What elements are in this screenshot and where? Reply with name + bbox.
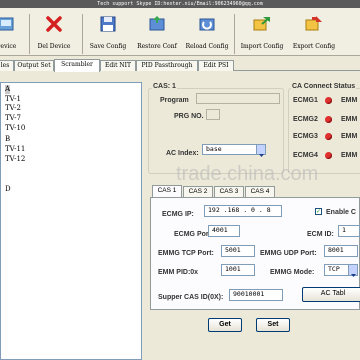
emm-pid-label: EMM PID:0x (158, 269, 199, 276)
prg-no-field[interactable] (206, 109, 220, 120)
tab-cas-2[interactable]: CAS 2 (183, 186, 213, 197)
tab-pid-passthrough[interactable]: PID Passthrough (136, 60, 198, 71)
reload-icon (199, 18, 215, 31)
toolbar-separator (234, 14, 235, 54)
ecmg1-status-icon (325, 97, 332, 104)
tree-item[interactable]: TV-10 (5, 124, 25, 133)
tab-les[interactable]: les (0, 60, 14, 71)
restore-config-button[interactable]: Restore Conf (134, 14, 180, 54)
get-button[interactable]: Get (208, 318, 242, 332)
add-device-button[interactable]: Device (0, 14, 26, 54)
tree-item[interactable]: A (5, 85, 11, 94)
import-icon (253, 17, 270, 31)
ecmg4-status-icon (325, 152, 332, 159)
emmg-udp-port-label: EMMG UDP Port: (260, 250, 317, 257)
program-field[interactable] (196, 93, 280, 104)
import-config-label: Import Config (240, 43, 284, 50)
ecmg-port-field[interactable]: 4001 (208, 225, 240, 237)
tab-edit-psi[interactable]: Edit PSI (198, 60, 234, 71)
restore-icon (149, 16, 165, 31)
save-config-button[interactable]: Save Config (86, 14, 130, 54)
toolbar-separator (29, 14, 30, 54)
chevron-down-icon[interactable] (348, 265, 357, 277)
ecm-id-field[interactable]: 1 (338, 225, 360, 237)
emmg1-label: EMM (341, 97, 358, 104)
enable-checkbox[interactable]: ✓ (315, 208, 322, 215)
prg-no-label: PRG NO. (174, 113, 204, 120)
enable-label: Enable C (326, 209, 356, 216)
tab-scrambler[interactable]: Scrambler (54, 59, 100, 72)
program-label: Program (160, 97, 189, 104)
tab-output-set[interactable]: Output Set (14, 60, 54, 71)
super-cas-id-label: Supper CAS ID(0X): (158, 294, 224, 301)
tree-item[interactable]: TV-2 (5, 104, 21, 113)
save-config-label: Save Config (89, 43, 127, 50)
toolbar: Device Del Device Save Config Restore Co… (0, 8, 360, 56)
emmg-tcp-port-label: EMMG TCP Port: (158, 250, 214, 257)
chevron-down-icon[interactable] (256, 145, 265, 157)
ecmg2-status-icon (325, 116, 332, 123)
tree-item[interactable]: TV-11 (5, 145, 25, 154)
ecmg3-label: ECMG3 (293, 133, 318, 140)
add-device-icon (0, 17, 14, 31)
tab-cas-4[interactable]: CAS 4 (245, 186, 275, 197)
watermark: trade.china.com (176, 163, 319, 185)
emmg4-label: EMM (341, 152, 358, 159)
tree-item[interactable]: TV-12 (5, 155, 25, 164)
ecmg1-label: ECMG1 (293, 97, 318, 104)
add-device-label: Device (0, 43, 17, 50)
set-button[interactable]: Set (256, 318, 290, 332)
toolbar-separator (82, 14, 83, 54)
tree-item[interactable]: D (5, 185, 11, 194)
ecm-id-label: ECM ID: (307, 231, 334, 238)
ac-index-label: AC Index: (166, 150, 199, 157)
export-icon (305, 16, 322, 31)
tree-item[interactable]: TV-1 (5, 95, 21, 104)
del-device-button[interactable]: Del Device (32, 14, 76, 54)
ecmg2-label: ECMG2 (293, 116, 318, 123)
del-device-label: Del Device (37, 43, 71, 50)
restore-config-label: Restore Conf (137, 43, 177, 50)
ac-table-button[interactable]: AC Tabl (302, 287, 360, 302)
main-tab-bar: les Output Set Scrambler Edit NIT PID Pa… (0, 59, 360, 72)
app-window: Tech support Skype ID:hexter.niu/Email:9… (0, 0, 360, 360)
tab-cas-3[interactable]: CAS 3 (214, 186, 244, 197)
reload-config-button[interactable]: Reload Config (184, 14, 230, 54)
emmg3-label: EMM (341, 133, 358, 140)
export-config-label: Export Config (292, 43, 336, 50)
delete-icon (46, 16, 62, 32)
save-icon (100, 16, 116, 32)
tree-item[interactable]: TV-7 (5, 114, 21, 123)
program-tree[interactable]: A TV-1 TV-2 TV-7 TV-10 B TV-11 TV-12 D (0, 82, 142, 360)
tree-item[interactable]: B (5, 135, 10, 144)
cas-title: CAS: 1 (152, 82, 177, 91)
emm-pid-field[interactable]: 1001 (221, 264, 255, 276)
tab-edit-nit[interactable]: Edit NIT (100, 60, 136, 71)
ecmg3-status-icon (325, 133, 332, 140)
reload-config-label: Reload Config (185, 43, 229, 50)
ecmg-ip-label: ECMG IP: (162, 211, 194, 218)
support-banner: Tech support Skype ID:hexter.niu/Email:9… (0, 0, 360, 8)
ecmg-ip-field[interactable]: 192 .168 . 0 . 8 (204, 205, 282, 217)
ecmg4-label: ECMG4 (293, 152, 318, 159)
super-cas-id-field[interactable]: 90010001 (229, 289, 283, 301)
ca-status-title: CA Connect Status (291, 82, 357, 91)
emmg-tcp-port-field[interactable]: 5001 (221, 245, 255, 257)
import-config-button[interactable]: Import Config (237, 14, 287, 54)
emmg-mode-label: EMMG Mode: (270, 269, 315, 276)
export-config-button[interactable]: Export Config (289, 14, 339, 54)
emmg2-label: EMM (341, 116, 358, 123)
emmg-udp-port-field[interactable]: 8001 (324, 245, 358, 257)
